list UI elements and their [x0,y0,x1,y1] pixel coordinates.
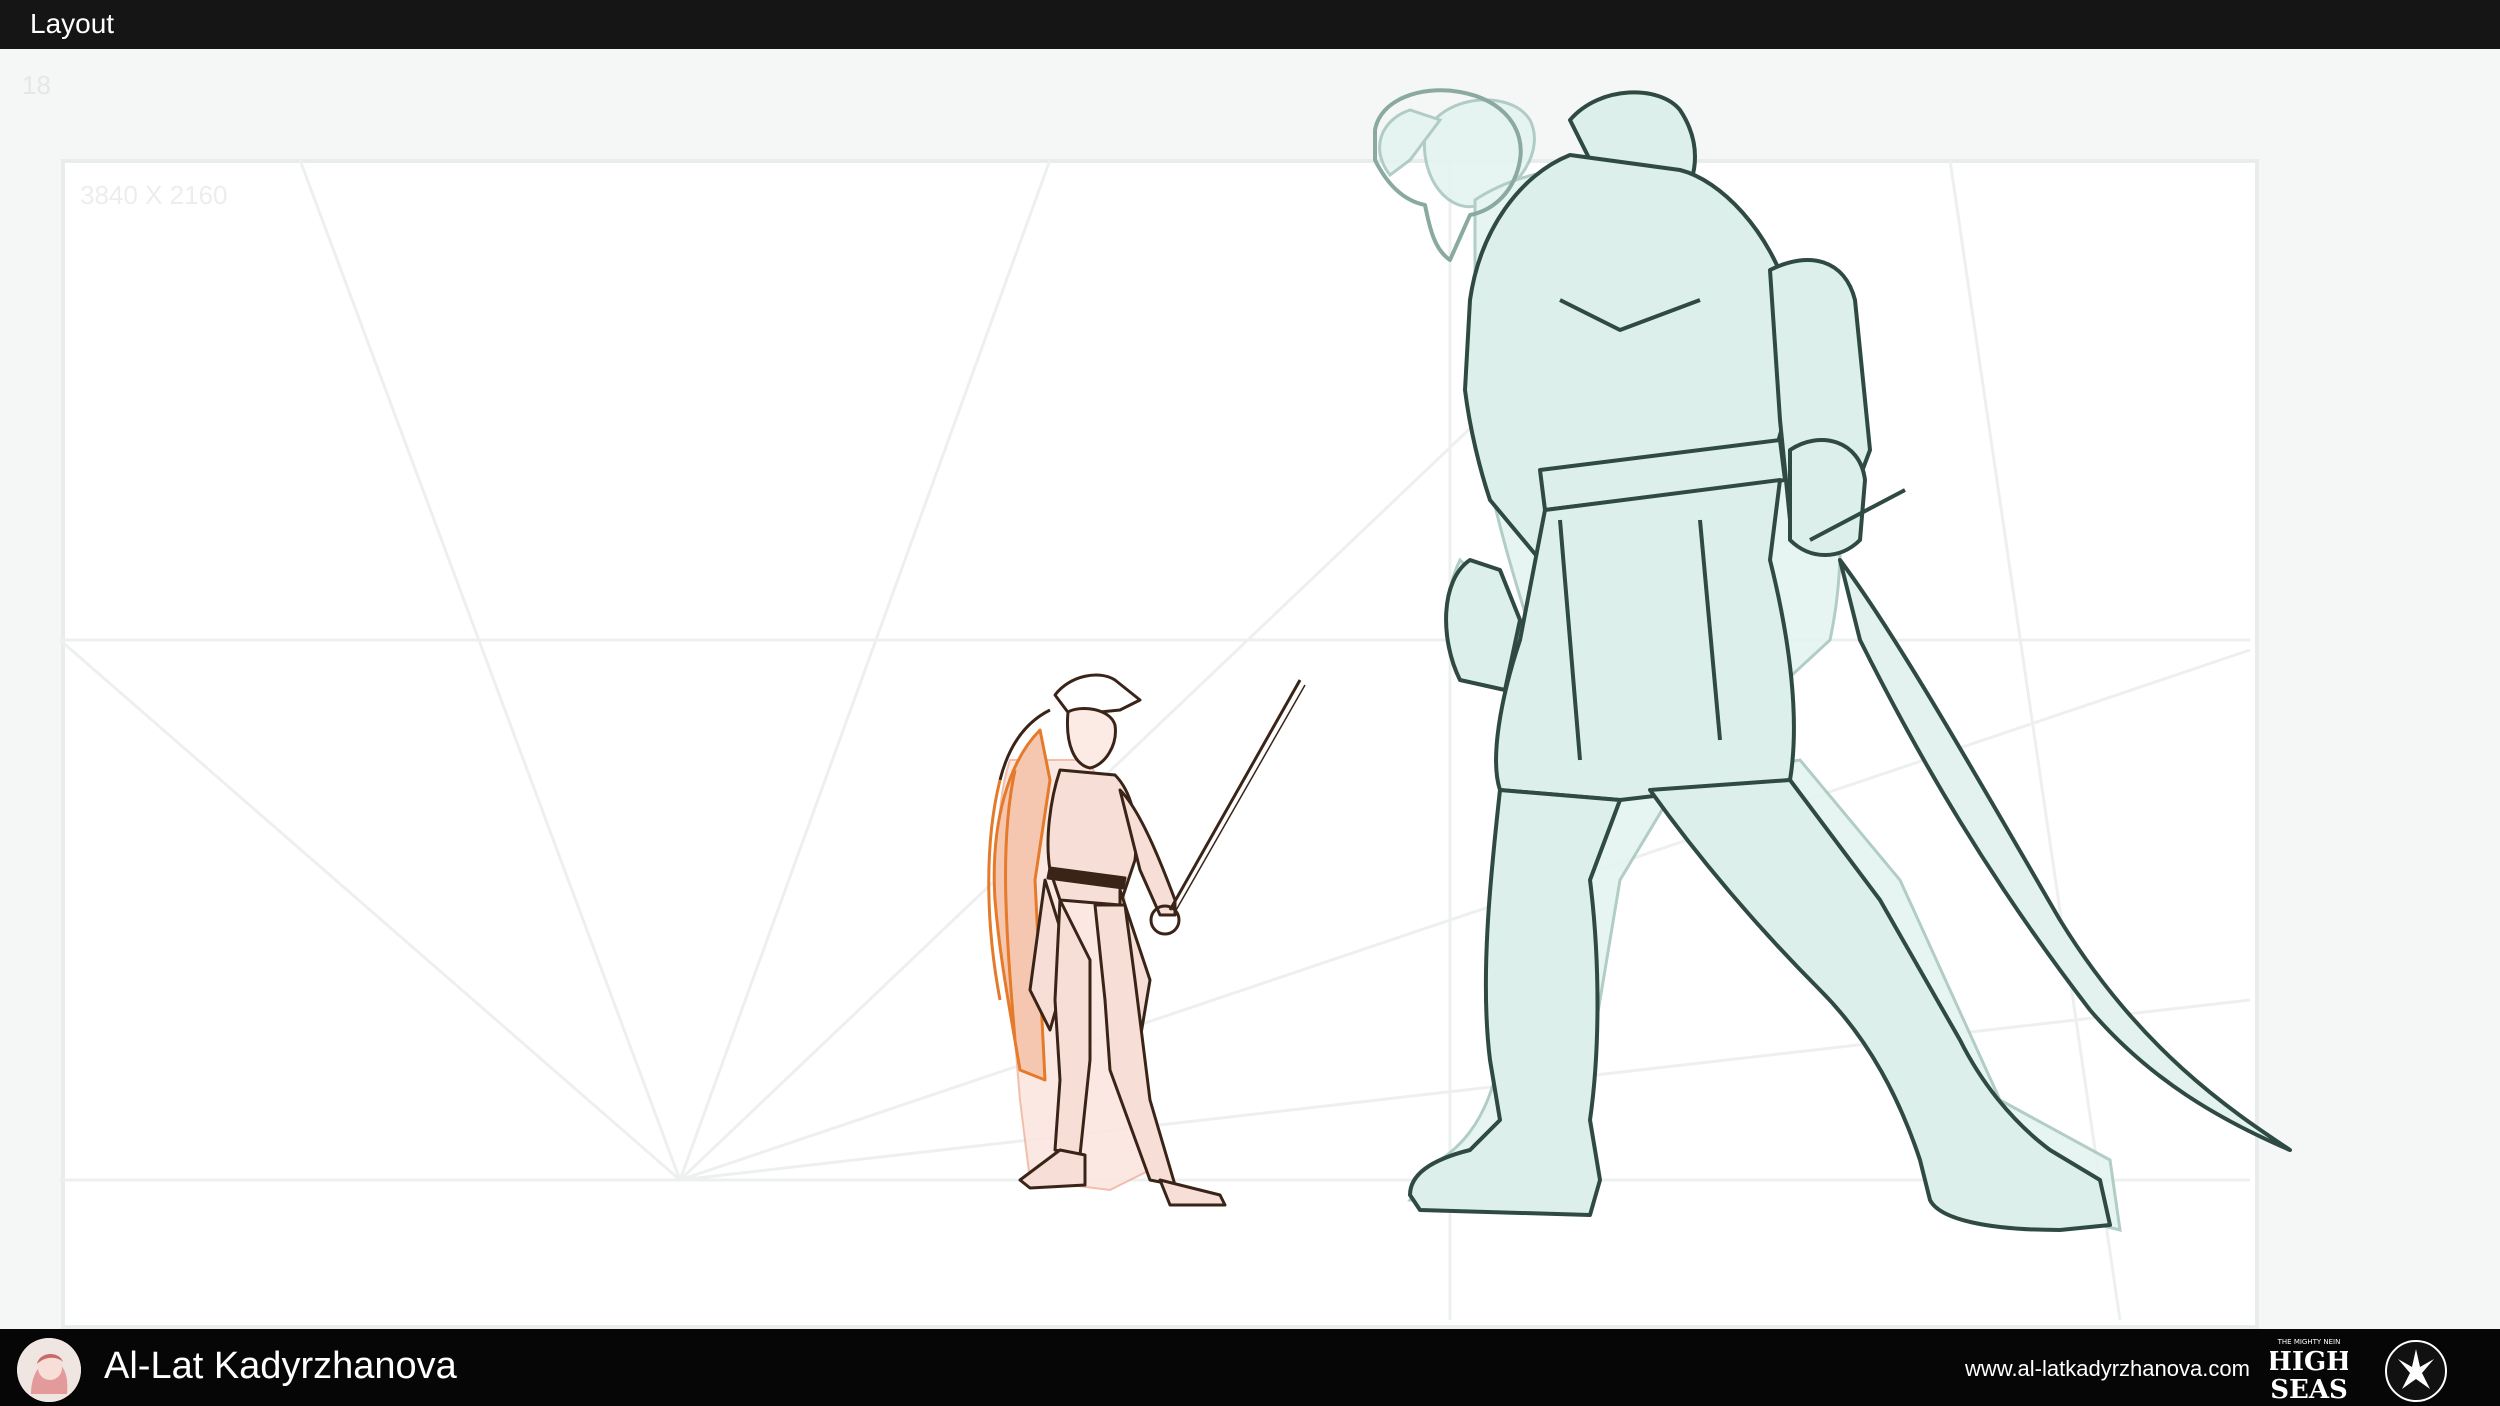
giant-figure [1373,88,2292,1232]
high-seas-logo: THE MIGHTY NEIN HIGH SEAS [2270,1338,2348,1402]
author-avatar [17,1338,81,1402]
logo-small-text: THE MIGHTY NEIN [2277,1338,2341,1346]
logo-line1: HIGH [2270,1347,2348,1377]
author-name: Al-Lat Kadyrzhanova [104,1345,457,1387]
website-link[interactable]: www.al-latkadyrzhanova.com [1965,1356,2250,1382]
sketch-drawing [59,88,2292,1321]
emblem-icon [2385,1340,2447,1402]
logo-line2: SEAS [2270,1375,2348,1402]
